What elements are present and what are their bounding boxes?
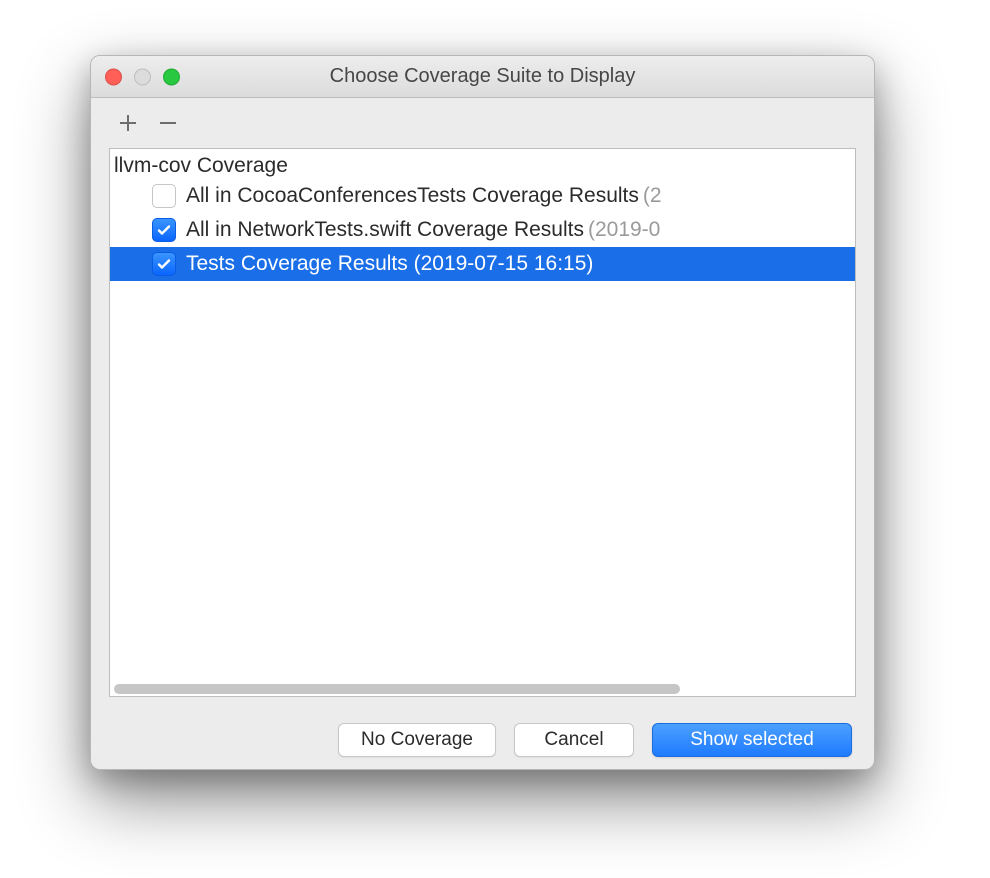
check-icon (156, 256, 172, 272)
minimize-window-button (134, 68, 151, 85)
list-item-label: All in CocoaConferencesTests Coverage Re… (186, 184, 639, 208)
scrollbar-thumb[interactable] (114, 684, 680, 694)
window-controls (105, 68, 180, 85)
dialog-footer: No Coverage Cancel Show selected (91, 711, 874, 769)
titlebar: Choose Coverage Suite to Display (91, 56, 874, 98)
no-coverage-button[interactable]: No Coverage (338, 723, 496, 757)
list-item[interactable]: All in CocoaConferencesTests Coverage Re… (110, 179, 855, 213)
remove-button[interactable] (157, 112, 179, 134)
dialog-window: Choose Coverage Suite to Display llvm-co… (90, 55, 875, 770)
list-item-label: All in NetworkTests.swift Coverage Resul… (186, 218, 584, 242)
list-item-label: Tests Coverage Results (2019-07-15 16:15… (186, 252, 593, 276)
list-item[interactable]: Tests Coverage Results (2019-07-15 16:15… (110, 247, 855, 281)
show-selected-button[interactable]: Show selected (652, 723, 852, 757)
checkbox[interactable] (152, 252, 176, 276)
zoom-window-button[interactable] (163, 68, 180, 85)
add-button[interactable] (117, 112, 139, 134)
toolbar (91, 98, 874, 148)
list-item-suffix: (2019-0 (588, 218, 660, 242)
close-window-button[interactable] (105, 68, 122, 85)
content-area: llvm-cov Coverage All in CocoaConference… (91, 148, 874, 711)
horizontal-scrollbar[interactable] (110, 682, 855, 696)
coverage-suite-list[interactable]: llvm-cov Coverage All in CocoaConference… (109, 148, 856, 697)
list-item-suffix: (2 (643, 184, 662, 208)
checkbox[interactable] (152, 218, 176, 242)
check-icon (156, 222, 172, 238)
cancel-button[interactable]: Cancel (514, 723, 634, 757)
checkbox[interactable] (152, 184, 176, 208)
list-item[interactable]: All in NetworkTests.swift Coverage Resul… (110, 213, 855, 247)
minus-icon (159, 114, 177, 132)
plus-icon (119, 114, 137, 132)
list-group-header: llvm-cov Coverage (110, 149, 855, 179)
list-scroll-area: llvm-cov Coverage All in CocoaConference… (110, 149, 855, 682)
window-title: Choose Coverage Suite to Display (91, 65, 874, 88)
